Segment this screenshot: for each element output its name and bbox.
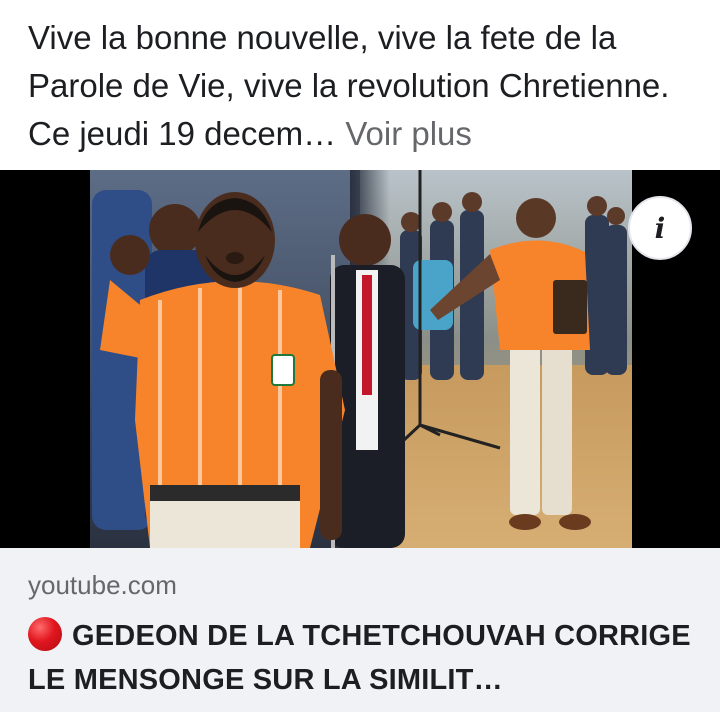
video-thumbnail[interactable]: i [0, 170, 720, 548]
link-preview-card[interactable]: youtube.com GEDEON DE LA TCHETCHOUVAH CO… [0, 548, 720, 712]
red-circle-icon [28, 617, 62, 651]
link-title[interactable]: GEDEON DE LA TCHETCHOUVAH CORRIGE LE MEN… [28, 614, 698, 702]
link-domain: youtube.com [28, 570, 177, 600]
info-icon[interactable]: i [628, 196, 692, 260]
see-more-link[interactable]: Voir plus [345, 115, 472, 152]
post-text: Vive la bonne nouvelle, vive la fete de … [28, 14, 700, 158]
thumbnail-image [0, 170, 720, 548]
link-title-text: GEDEON DE LA TCHETCHOUVAH CORRIGE LE MEN… [28, 620, 691, 696]
